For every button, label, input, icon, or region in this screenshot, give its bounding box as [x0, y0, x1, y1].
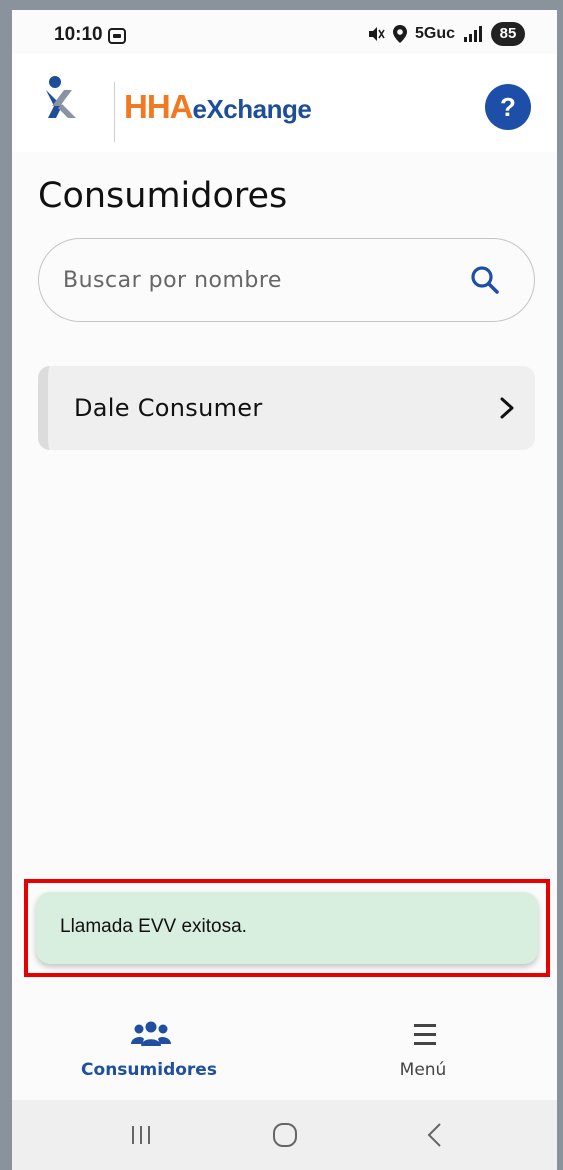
location-icon	[392, 25, 407, 43]
search-input[interactable]	[63, 259, 453, 301]
page-title: Consumidores	[38, 176, 288, 216]
brand-exchange: eXchange	[192, 94, 312, 124]
nav-menu[interactable]: Menú	[323, 1000, 523, 1100]
recent-apps-icon[interactable]	[124, 1118, 158, 1152]
help-button[interactable]: ?	[485, 84, 531, 130]
phone-screen: 10:10 5Guc 85 HHAeXchange ? Consumidores…	[12, 10, 557, 1170]
nav-menu-label: Menú	[399, 1060, 447, 1080]
chevron-right-icon	[500, 397, 514, 419]
toast-highlight-box	[24, 879, 550, 977]
logo-divider	[114, 82, 115, 142]
logo-mark-icon	[46, 76, 76, 118]
mute-icon	[368, 27, 385, 41]
status-indicators: 5Guc 85	[367, 22, 525, 46]
network-type: 5Guc	[414, 25, 455, 42]
back-icon[interactable]	[418, 1118, 452, 1152]
bottom-navigation: Consumidores Menú	[12, 1000, 557, 1100]
battery-level: 85	[491, 22, 525, 46]
nav-consumers-label: Consumidores	[81, 1060, 217, 1080]
consumer-name: Dale Consumer	[74, 394, 263, 422]
consumer-list-item[interactable]: Dale Consumer	[38, 366, 535, 450]
hamburger-menu-icon	[414, 1024, 436, 1045]
search-icon[interactable]	[470, 265, 500, 295]
screenshot-indicator-icon	[108, 28, 126, 44]
people-icon	[131, 1021, 171, 1046]
brand-wordmark: HHAeXchange	[124, 88, 312, 126]
status-bar: 10:10 5Guc 85	[12, 10, 557, 54]
system-navigation-bar	[12, 1100, 557, 1170]
search-bar	[38, 238, 535, 322]
status-time: 10:10	[54, 24, 103, 45]
app-header: HHAeXchange ?	[12, 54, 557, 152]
signal-icon	[464, 26, 482, 42]
home-icon[interactable]	[268, 1118, 302, 1152]
nav-consumers[interactable]: Consumidores	[49, 1000, 249, 1100]
brand-hha: HHA	[124, 88, 193, 125]
app-logo: HHAeXchange	[42, 72, 312, 142]
